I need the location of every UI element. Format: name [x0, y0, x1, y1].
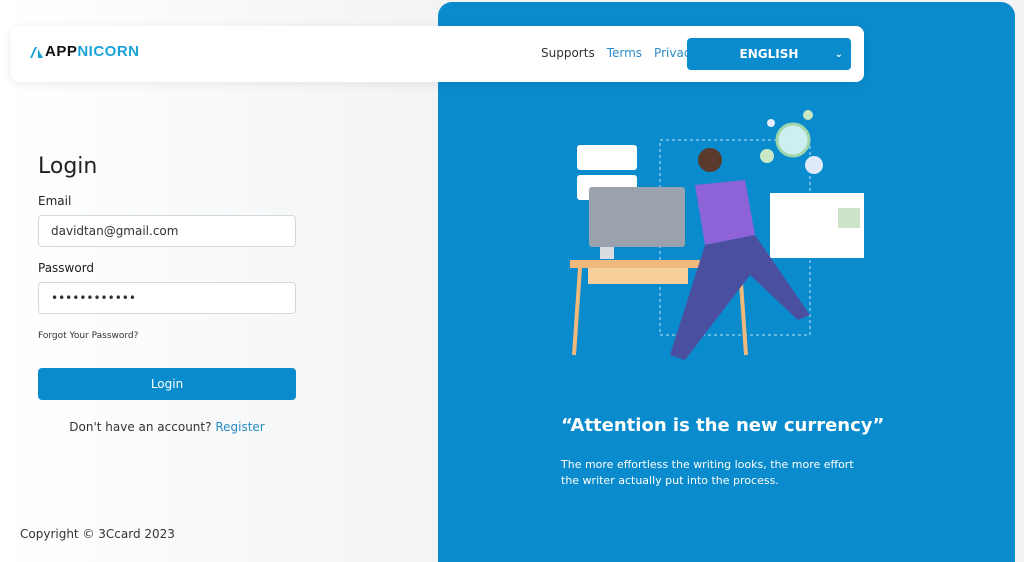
email-field[interactable]: davidtan@gmail.com	[38, 215, 296, 247]
nav-supports[interactable]: Supports	[541, 46, 595, 60]
language-select[interactable]: ENGLISH ⌄	[687, 38, 851, 70]
email-label: Email	[38, 194, 72, 208]
login-button[interactable]: Login	[38, 368, 296, 400]
language-value: ENGLISH	[739, 47, 799, 61]
copyright: Copyright © 3Ccard 2023	[20, 527, 175, 541]
page-title: Login	[38, 154, 98, 179]
brand-part1: APP	[45, 43, 78, 60]
password-label: Password	[38, 261, 95, 275]
logo-icon	[30, 46, 43, 58]
register-prompt: Don't have an account? Register	[38, 420, 296, 434]
password-field[interactable]: ••••••••••••	[38, 282, 296, 314]
nav-terms[interactable]: Terms	[607, 46, 642, 60]
promo-text: The more effortless the writing looks, t…	[561, 458, 854, 487]
illustration-person-at-desk	[570, 110, 864, 360]
logo[interactable]: APP NICORN	[29, 43, 140, 60]
promo-quote: “Attention is the new currency”	[561, 415, 885, 436]
chevron-down-icon: ⌄	[834, 48, 843, 60]
top-navbar: APP NICORN Supports Terms Privacy ENGLISH…	[11, 26, 864, 82]
brand-part2: NICORN	[77, 43, 140, 60]
no-account-text: Don't have an account?	[69, 420, 212, 434]
forgot-password-link[interactable]: Forgot Your Password?	[38, 331, 138, 341]
register-link[interactable]: Register	[215, 420, 264, 434]
